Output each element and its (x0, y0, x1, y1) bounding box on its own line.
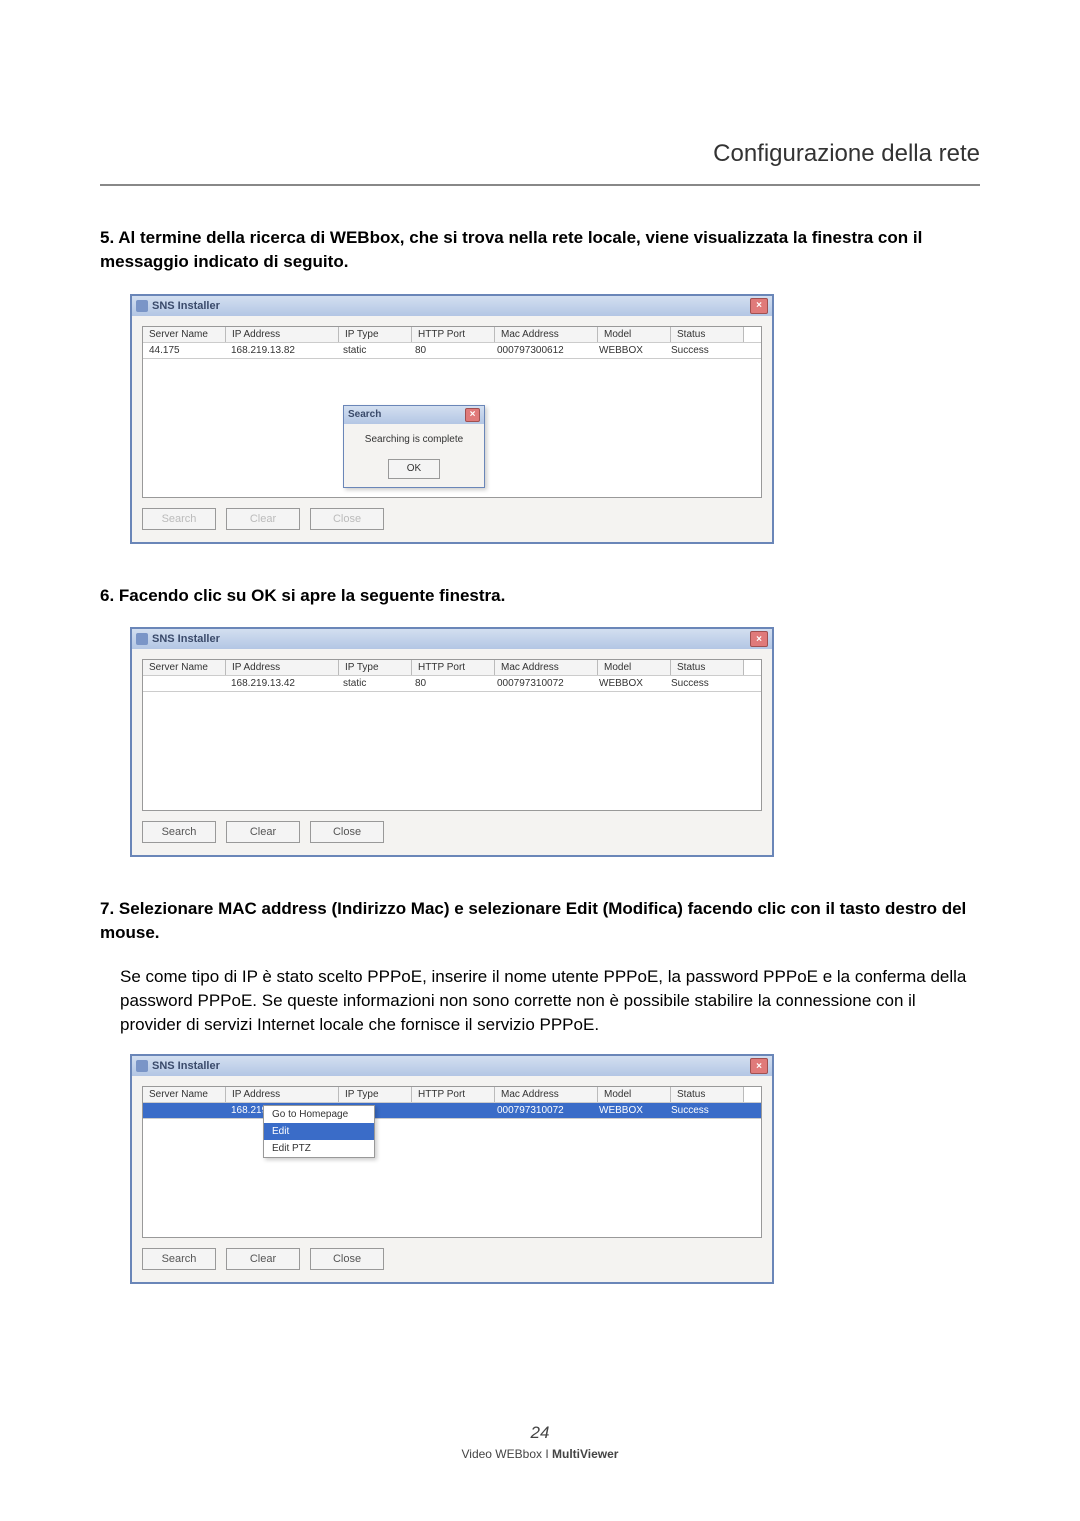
table-row-selected[interactable]: 168.219.13 000797310072 WEBBOX Success (143, 1103, 761, 1119)
close-button[interactable]: Close (310, 508, 384, 530)
cell-type: static (337, 676, 409, 691)
table-header: Server Name IP Address IP Type HTTP Port… (143, 660, 761, 676)
cell-model: WEBBOX (593, 343, 665, 358)
col-mac: Mac Address (495, 660, 598, 675)
col-server: Server Name (143, 1087, 226, 1102)
cell-type: static (337, 343, 409, 358)
cell-port: 80 (409, 343, 491, 358)
step-7-body: Se come tipo di IP è stato scelto PPPoE,… (120, 965, 980, 1036)
window-titlebar: SNS Installer × (132, 296, 772, 316)
col-type: IP Type (339, 1087, 412, 1102)
col-port: HTTP Port (412, 327, 495, 342)
app-icon (136, 1060, 148, 1072)
col-type: IP Type (339, 660, 412, 675)
col-ip: IP Address (226, 327, 339, 342)
cell-model: WEBBOX (593, 676, 665, 691)
clear-button[interactable]: Clear (226, 821, 300, 843)
window-title: SNS Installer (152, 1060, 220, 1072)
app-icon (136, 300, 148, 312)
cell-server: 44.175 (143, 343, 225, 358)
table-header: Server Name IP Address IP Type HTTP Port… (143, 1087, 761, 1103)
search-button[interactable]: Search (142, 1248, 216, 1270)
col-port: HTTP Port (412, 1087, 495, 1102)
ok-button[interactable]: OK (388, 459, 440, 479)
col-ip: IP Address (226, 660, 339, 675)
cell-status: Success (665, 676, 737, 691)
window-title: SNS Installer (152, 300, 220, 312)
col-mac: Mac Address (495, 327, 598, 342)
col-server: Server Name (143, 327, 226, 342)
screenshot-context-menu: SNS Installer × Server Name IP Address I… (130, 1054, 774, 1284)
close-button[interactable]: Close (310, 1248, 384, 1270)
app-icon (136, 633, 148, 645)
col-status: Status (671, 327, 744, 342)
clear-button[interactable]: Clear (226, 508, 300, 530)
cell-ip: 168.219.13.82 (225, 343, 337, 358)
cell-model: WEBBOX (593, 1103, 665, 1118)
step-6-text: 6. Facendo clic su OK si apre la seguent… (100, 586, 505, 605)
step-7: 7. Selezionare MAC address (Indirizzo Ma… (100, 897, 980, 945)
cell-mac: 000797310072 (491, 1103, 593, 1118)
table-row[interactable]: 168.219.13.42 static 80 000797310072 WEB… (143, 676, 761, 692)
close-icon[interactable]: × (750, 1058, 768, 1074)
col-status: Status (671, 660, 744, 675)
screenshot-after-ok: SNS Installer × Server Name IP Address I… (130, 627, 774, 857)
product-name: Video WEBbox I (462, 1447, 549, 1461)
ctx-edit-ptz[interactable]: Edit PTZ (264, 1140, 374, 1157)
context-menu: Go to Homepage Edit Edit PTZ (263, 1105, 375, 1158)
cell-status: Success (665, 343, 737, 358)
search-complete-popup: Search × Searching is complete OK (343, 405, 485, 488)
table-row[interactable]: 44.175 168.219.13.82 static 80 000797300… (143, 343, 761, 359)
col-status: Status (671, 1087, 744, 1102)
col-server: Server Name (143, 660, 226, 675)
close-icon[interactable]: × (750, 631, 768, 647)
window-titlebar: SNS Installer × (132, 629, 772, 649)
cell-mac: 000797310072 (491, 676, 593, 691)
window-titlebar: SNS Installer × (132, 1056, 772, 1076)
search-button[interactable]: Search (142, 508, 216, 530)
product-bold: MultiViewer (552, 1447, 618, 1461)
col-type: IP Type (339, 327, 412, 342)
page-header: Configurazione della rete (100, 140, 980, 186)
step-5-text: 5. Al termine della ricerca di WEBbox, c… (100, 228, 922, 271)
cell-port: 80 (409, 676, 491, 691)
cell-port (409, 1103, 491, 1118)
ctx-go-homepage[interactable]: Go to Homepage (264, 1106, 374, 1123)
cell-server (143, 676, 225, 691)
ctx-edit[interactable]: Edit (264, 1123, 374, 1140)
col-ip: IP Address (226, 1087, 339, 1102)
cell-ip: 168.219.13.42 (225, 676, 337, 691)
step-7-text: 7. Selezionare MAC address (Indirizzo Ma… (100, 899, 966, 942)
col-port: HTTP Port (412, 660, 495, 675)
col-model: Model (598, 327, 671, 342)
step-5: 5. Al termine della ricerca di WEBbox, c… (100, 226, 980, 274)
popup-title: Search (348, 409, 381, 420)
close-icon[interactable]: × (750, 298, 768, 314)
cell-status: Success (665, 1103, 737, 1118)
col-model: Model (598, 660, 671, 675)
clear-button[interactable]: Clear (226, 1248, 300, 1270)
col-mac: Mac Address (495, 1087, 598, 1102)
screenshot-search-complete: SNS Installer × Server Name IP Address I… (130, 294, 774, 544)
close-icon[interactable]: × (465, 408, 480, 422)
popup-message: Searching is complete (344, 424, 484, 455)
page-footer: 24 Video WEBbox I MultiViewer (0, 1423, 1080, 1461)
cell-mac: 000797300612 (491, 343, 593, 358)
page-number: 24 (0, 1423, 1080, 1443)
cell-server (143, 1103, 225, 1118)
step-6: 6. Facendo clic su OK si apre la seguent… (100, 584, 980, 608)
table-header: Server Name IP Address IP Type HTTP Port… (143, 327, 761, 343)
window-title: SNS Installer (152, 633, 220, 645)
close-button[interactable]: Close (310, 821, 384, 843)
col-model: Model (598, 1087, 671, 1102)
search-button[interactable]: Search (142, 821, 216, 843)
